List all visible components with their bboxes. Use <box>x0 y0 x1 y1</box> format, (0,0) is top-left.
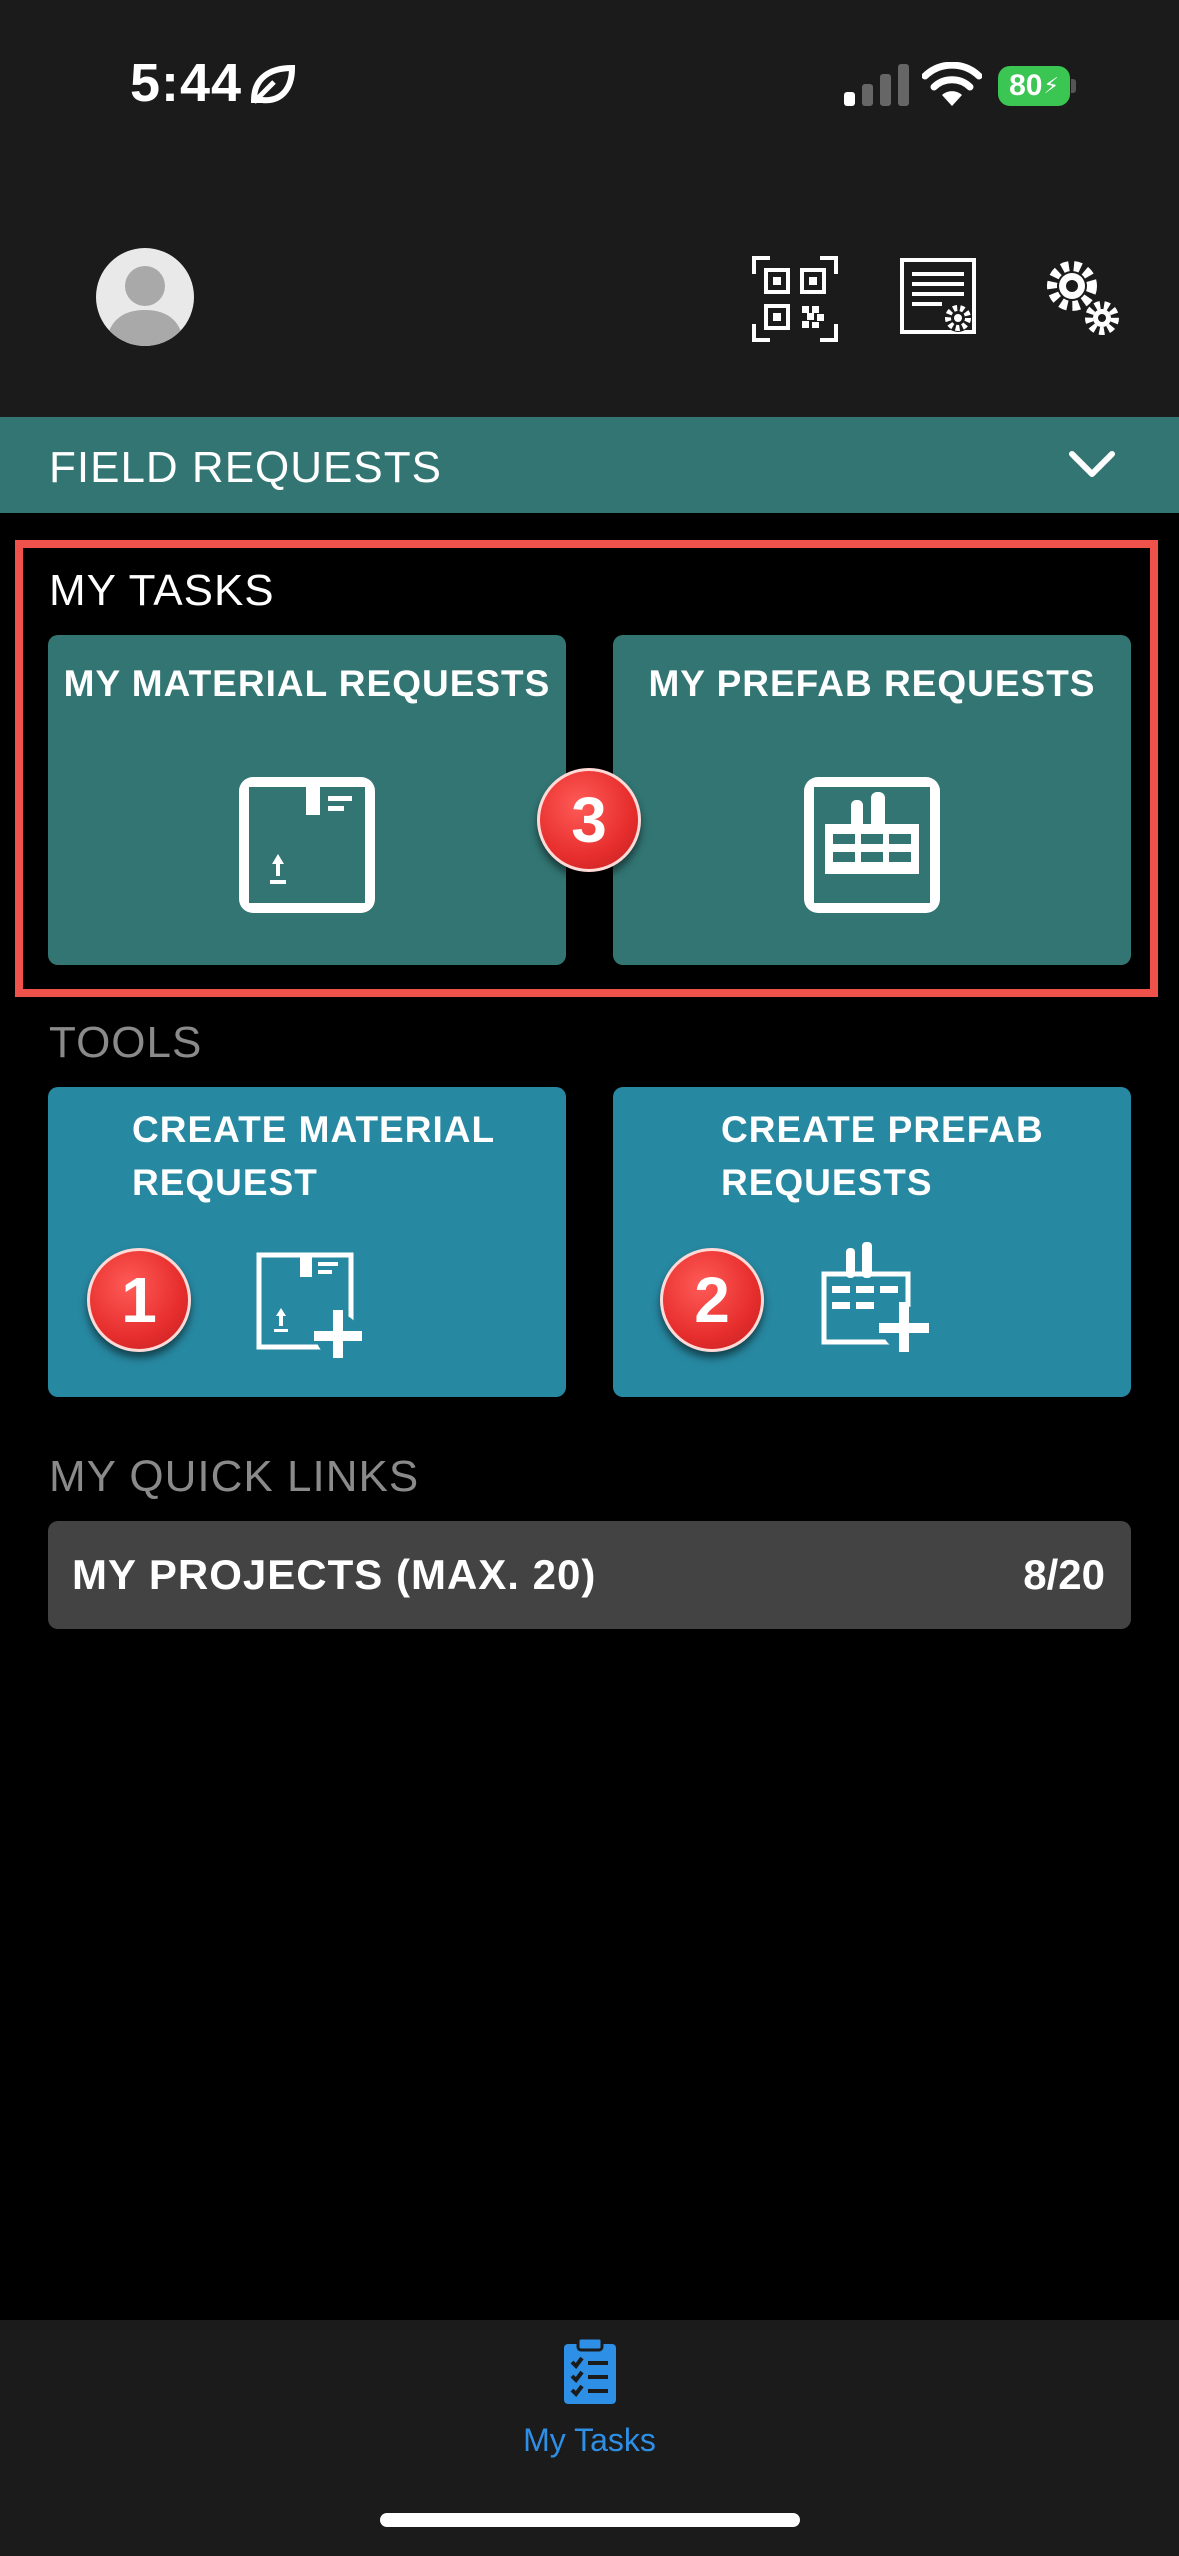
qr-code-icon[interactable] <box>752 256 838 342</box>
card-label-line2: REQUESTS <box>721 1162 933 1203</box>
my-prefab-requests-card[interactable]: MY PREFAB REQUESTS <box>613 635 1131 965</box>
card-label: MY MATERIAL REQUESTS <box>63 663 551 704</box>
create-prefab-requests-card[interactable]: CREATE PREFAB REQUESTS <box>613 1087 1131 1397</box>
link-label: MY PROJECTS (MAX. 20) <box>72 1551 597 1598</box>
badge-3: 3 <box>537 768 641 872</box>
quick-links-title: MY QUICK LINKS <box>49 1452 420 1501</box>
battery-indicator: 80 ⚡ <box>998 66 1076 106</box>
tab-label: My Tasks <box>523 2422 656 2458</box>
top-bar: 5:44 80 ⚡ <box>0 0 1179 417</box>
badge-2: 2 <box>660 1248 764 1352</box>
factory-add-icon <box>821 1242 929 1352</box>
avatar[interactable] <box>96 248 194 346</box>
document-settings-icon[interactable] <box>898 256 984 342</box>
tools-title: TOOLS <box>49 1018 203 1067</box>
gears-icon[interactable] <box>1040 256 1126 342</box>
package-icon <box>239 777 375 913</box>
chevron-down-icon[interactable] <box>1068 444 1116 484</box>
user-silhouette-icon <box>106 266 184 346</box>
battery-level: 80 <box>1009 69 1043 102</box>
field-requests-bar[interactable]: FIELD REQUESTS <box>0 417 1179 513</box>
factory-icon <box>804 777 940 913</box>
badge-1: 1 <box>87 1248 191 1352</box>
my-projects-link[interactable]: MY PROJECTS (MAX. 20) 8/20 <box>48 1521 1131 1629</box>
card-label-line1: CREATE MATERIAL <box>132 1109 496 1150</box>
my-tasks-title: MY TASKS <box>49 566 275 615</box>
leaf-icon <box>250 64 296 104</box>
my-material-requests-card[interactable]: MY MATERIAL REQUESTS <box>48 635 566 965</box>
cellular-signal-icon <box>844 64 909 106</box>
home-indicator[interactable] <box>380 2513 800 2527</box>
card-label-line1: CREATE PREFAB <box>721 1109 1044 1150</box>
card-label: MY PREFAB REQUESTS <box>648 663 1096 704</box>
card-label-line2: REQUEST <box>132 1162 318 1203</box>
checklist-icon <box>564 2338 616 2404</box>
section-title: FIELD REQUESTS <box>49 443 442 492</box>
package-add-icon <box>256 1252 362 1358</box>
wifi-icon <box>922 62 982 106</box>
status-time: 5:44 <box>130 53 243 113</box>
link-count: 8/20 <box>1023 1551 1105 1598</box>
